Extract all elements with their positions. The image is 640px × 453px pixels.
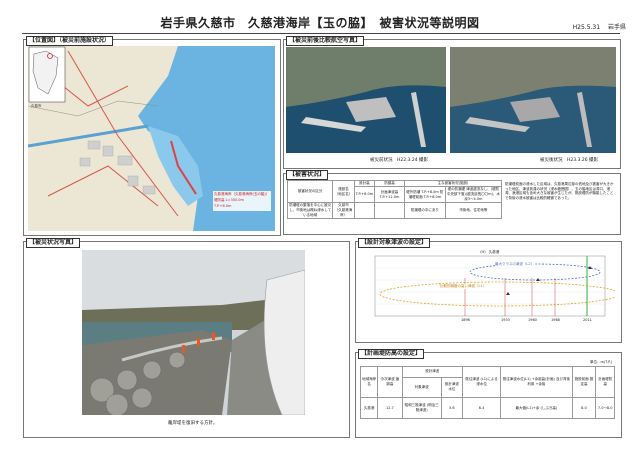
map-drawing: [28, 46, 275, 231]
design-l2-label: 最大クラスの津波（L2）: [495, 262, 535, 267]
plan-header-cell: 対象津波: [401, 376, 442, 399]
location-label: 【位置図】（被災前施設状況）: [26, 36, 114, 46]
org-text: 岩手県: [607, 24, 626, 31]
plan-header-cell: 設計津波 水位: [440, 376, 463, 399]
damage-cell: 堤外防潮 T.P.+8.0m 防潮堤前面 T.P.+6.0m: [403, 186, 446, 203]
damage-cell: 久慈市 （久慈港海岸）: [332, 202, 355, 219]
damage-label: 【被害状況】: [286, 170, 329, 180]
damage-header-cell: 被害状況の区分: [286, 180, 334, 203]
table-row: 防潮堤の集落を中心に被災し、市街地は概ね浸水している地域 久慈市 （久慈港海岸）…: [286, 202, 503, 219]
damage-cell: 防潮堤の中にあり: [403, 202, 446, 219]
damage-cell: 市街地、住宅地等: [444, 202, 503, 219]
plan-label: 【計画堤防高の設定】: [358, 349, 425, 359]
damage-table: 被害状況の区分 施設名 （地区名） 設計高 防護高 主な被害状況(施設) T.P…: [286, 180, 503, 219]
damage-cell: 計画津波高 T.P.+12.0m: [374, 186, 405, 203]
plan-cell: 5.6: [440, 397, 463, 419]
map-label-3: T.P.+6.0m: [214, 204, 232, 208]
plan-header-cell: 計画堤防 高: [595, 366, 615, 398]
design-label: 【設計対象津波の設定】: [358, 238, 431, 248]
plan-cell: 最大値(L1)+余 (しぶき高): [500, 397, 573, 419]
aerial-caption-after: 被災後状況 H23.3.26 撮影: [540, 158, 598, 163]
damage-cell: [353, 202, 376, 219]
design-tick: 1933: [501, 318, 510, 322]
plan-cell: 久慈港: [359, 397, 379, 419]
plan-header-cell: 設計津波: [401, 366, 463, 378]
design-l1-label: 比較的頻度の高い津波（L1）: [440, 284, 487, 289]
header-meta: H25.5.31 岩手県: [567, 22, 626, 31]
aerial-photo-after: [450, 47, 616, 153]
damage-cell: [374, 202, 405, 219]
damage-photo: [82, 250, 305, 415]
damage-note: 防潮堤前面の浸水した区域は、久慈港周辺部の低地及び被害が大きかった地区、津波到達…: [505, 182, 614, 200]
damage-header-cell: 施設名 （地区名）: [332, 180, 355, 203]
page-title: 岩手県久慈市 久慈港海岸【玉の脇】 被害状況等説明図: [160, 16, 480, 30]
plan-header-cell: 施設前面 推定高: [571, 366, 597, 398]
location-map: 久慈市 久慈港海岸（久慈港海岸(玉の脇)） 堤防高 L=300.0m T.P.+…: [28, 46, 275, 231]
damage-cell: 堤の防潮堤 津波越流なし、(堤防中央部下落)(越流延長〇〇m)、水深3～4.0m: [444, 186, 503, 203]
plan-header-cell: 地域海岸名: [359, 366, 379, 398]
table-row: 久慈港 12.7 昭和三陸津波 (明治三陸津波) 5.6 6.4 最大値(L1)…: [359, 397, 615, 419]
date-text: H25.5.31: [572, 24, 601, 31]
plan-table: 地域海岸名 今次津波 痕跡高 設計津波 既往津波 (L1)による 浸水位 既往津…: [359, 366, 615, 419]
plan-unit: 単位：m(T.P.): [590, 360, 613, 364]
plan-cell: 7.0～8.0: [595, 397, 615, 419]
damage-cell: 防潮堤の集落を中心に被災し、市街地は概ね浸水している地域: [286, 202, 334, 219]
aerial-label: 【被災前後比較航空写真】: [286, 36, 365, 46]
design-tick: 1960: [528, 318, 537, 322]
design-chart: 〈H〉 久慈港 最大クラスの津波（L2） 比較的頻度の高い津波（L1） 1896…: [360, 248, 615, 338]
photo-caption: 離岸堤を復旧する方針。: [168, 421, 218, 426]
photo-label: 【被災状況写真】: [26, 238, 81, 248]
title-rule: [22, 33, 620, 34]
plan-cell: 昭和三陸津波 (明治三陸津波): [401, 397, 442, 419]
design-legend-title: 〈H〉 久慈港: [478, 250, 500, 254]
plan-cell: 8.0: [571, 397, 597, 419]
plan-header-cell: 既往津波水位(L1) +余裕高(計画) 及び背後利用 +余裕: [500, 366, 573, 398]
aerial-caption-before: 被災前状況 H22.3.24 撮影: [370, 158, 428, 163]
damage-cell: T.P.+6.0m: [353, 186, 376, 203]
design-tick: 1968: [551, 318, 560, 322]
map-label-2: 堤防高 L=300.0m: [214, 198, 244, 202]
plan-cell: 6.4: [461, 397, 502, 419]
map-label-1: 久慈港海岸（久慈港海岸(玉の脇)）: [214, 192, 270, 196]
plan-header-cell: 今次津波 痕跡高: [377, 366, 403, 398]
table-row: 地域海岸名 今次津波 痕跡高 設計津波 既往津波 (L1)による 浸水位 既往津…: [359, 366, 615, 398]
design-tick: 2011: [583, 318, 592, 322]
plan-header-cell: 既往津波 (L1)による 浸水位: [461, 366, 502, 398]
aerial-photo-before: [286, 47, 446, 153]
map-inset-label: 久慈市: [31, 104, 42, 108]
plan-cell: 12.7: [377, 397, 403, 419]
design-tick: 1896: [461, 318, 470, 322]
